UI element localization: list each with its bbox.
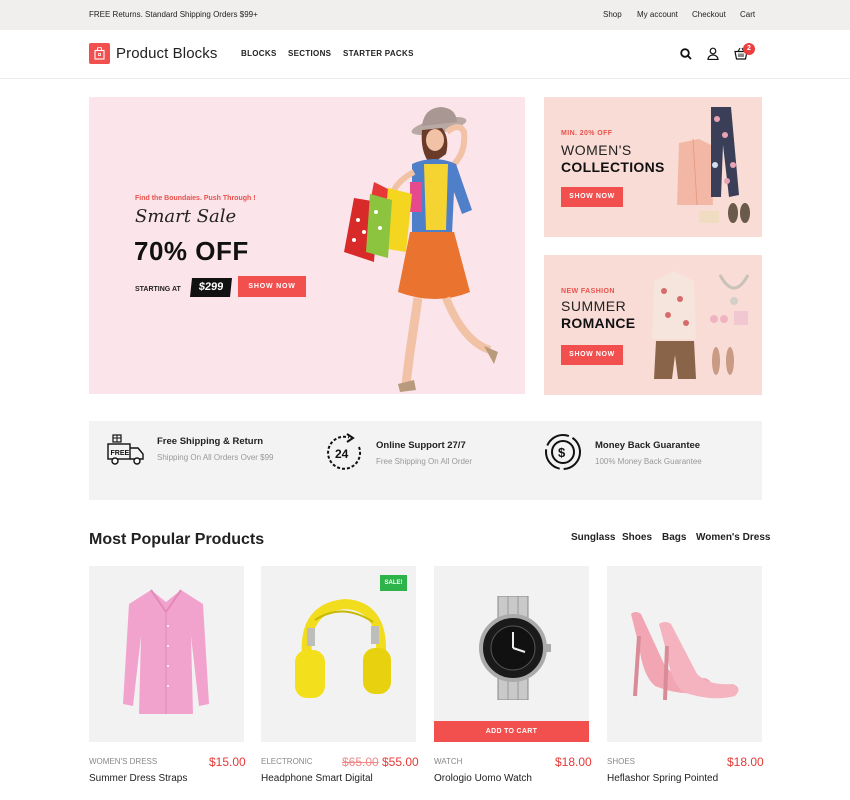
feature-sub-shipping: Shipping On All Orders Over $99 xyxy=(157,453,274,462)
filter-shoes[interactable]: Shoes xyxy=(622,532,652,543)
hero-model-image xyxy=(344,107,498,392)
product-image-headphone[interactable]: SALE! xyxy=(261,566,416,742)
product-image-dress[interactable] xyxy=(89,566,244,742)
topbar-link-checkout[interactable]: Checkout xyxy=(692,10,726,19)
support-icon-label: 24 xyxy=(335,447,349,461)
filter-sunglass[interactable]: Sunglass xyxy=(571,532,615,543)
topbar-link-account[interactable]: My account xyxy=(637,10,678,19)
filter-bags[interactable]: Bags xyxy=(662,532,686,543)
promo-title-line2: ROMANCE xyxy=(561,315,636,331)
nav-blocks[interactable]: BLOCKS xyxy=(241,49,277,58)
free-icon-label: FREE xyxy=(111,450,130,457)
product-category: WOMEN'S DRESS xyxy=(89,757,158,766)
promo-clothing-image xyxy=(677,107,750,223)
promo-card-womens-collections[interactable]: MIN. 20% OFF WOMEN'S COLLECTIONS SHOW NO… xyxy=(544,97,762,237)
filter-womens-dress[interactable]: Women's Dress xyxy=(696,532,770,543)
svg-text:$: $ xyxy=(558,445,566,460)
topbar-link-shop[interactable]: Shop xyxy=(603,10,622,19)
hero-starting-label: STARTING AT xyxy=(135,286,181,293)
feature-title-support: Online Support 27/7 xyxy=(376,440,466,451)
promo-show-now-button[interactable]: SHOW NOW xyxy=(561,345,623,365)
promo-title-line2: COLLECTIONS xyxy=(561,159,665,175)
promo-title-line1: WOMEN'S xyxy=(561,142,632,158)
topbar-link-cart[interactable]: Cart xyxy=(740,10,755,19)
product-image-watch[interactable]: ADD TO CART xyxy=(434,566,589,742)
hero-price-tag: $299 xyxy=(190,278,232,297)
product-old-price: $65.00 xyxy=(342,755,379,769)
feature-sub-support: Free Shipping On All Order xyxy=(376,457,473,466)
product-name[interactable]: Headphone Smart Digital xyxy=(261,773,373,784)
product-name[interactable]: Summer Dress Straps xyxy=(89,773,187,784)
promo-card-summer-romance[interactable]: NEW FASHION SUMMER ROMANCE SHOW NOW xyxy=(544,255,762,395)
logo-icon[interactable] xyxy=(89,43,110,64)
add-to-cart-button[interactable]: ADD TO CART xyxy=(434,721,589,742)
features-bar: FREE Free Shipping & Return Shipping On … xyxy=(89,421,762,500)
product-price: $55.00 xyxy=(382,755,419,769)
top-bar: FREE Returns. Standard Shipping Orders $… xyxy=(0,0,850,30)
product-category: ELECTRONIC xyxy=(261,757,313,766)
promo-show-now-button[interactable]: SHOW NOW xyxy=(561,187,623,207)
logo-text[interactable]: Product Blocks xyxy=(116,45,217,62)
section-title: Most Popular Products xyxy=(89,531,265,548)
product-price: $15.00 xyxy=(209,755,246,769)
nav-sections[interactable]: SECTIONS xyxy=(288,49,331,58)
product-price: $18.00 xyxy=(727,755,764,769)
cart-count-badge: 2 xyxy=(743,43,755,55)
promo-kicker: MIN. 20% OFF xyxy=(561,130,613,137)
feature-title-money-back: Money Back Guarantee xyxy=(595,440,701,451)
product-name[interactable]: Orologio Uomo Watch xyxy=(434,773,532,784)
sale-badge: SALE! xyxy=(380,575,407,591)
promo-kicker: NEW FASHION xyxy=(561,288,615,295)
product-image-shoes[interactable] xyxy=(607,566,762,742)
promo-title-line1: SUMMER xyxy=(561,298,627,314)
support-24-icon: 24 xyxy=(325,433,365,478)
nav-starter-packs[interactable]: STARTER PACKS xyxy=(343,49,414,58)
search-icon[interactable] xyxy=(680,47,692,65)
feature-title-shipping: Free Shipping & Return xyxy=(157,436,264,447)
hero-headline: 70% OFF xyxy=(134,236,249,266)
product-category: SHOES xyxy=(607,757,636,766)
product-price: $18.00 xyxy=(555,755,592,769)
product-name[interactable]: Heflashor Spring Pointed xyxy=(607,773,718,784)
hero-kicker: Find the Boundaies. Push Through ! xyxy=(135,195,256,202)
shipping-promo-text: FREE Returns. Standard Shipping Orders $… xyxy=(89,10,258,19)
money-back-icon: $ xyxy=(543,432,583,477)
hero-show-now-button[interactable]: SHOW NOW xyxy=(238,276,306,297)
hero-banner[interactable]: Find the Boundaies. Push Through ! Smart… xyxy=(89,97,525,394)
site-header: Product Blocks BLOCKS SECTIONS STARTER P… xyxy=(0,30,850,79)
promo-clothing-image xyxy=(652,271,750,379)
hero-title: Smart Sale xyxy=(135,206,237,227)
user-icon[interactable] xyxy=(707,47,719,65)
free-delivery-truck-icon: FREE xyxy=(107,434,145,473)
product-category: WATCH xyxy=(434,757,463,766)
feature-sub-money-back: 100% Money Back Guarantee xyxy=(595,457,702,466)
